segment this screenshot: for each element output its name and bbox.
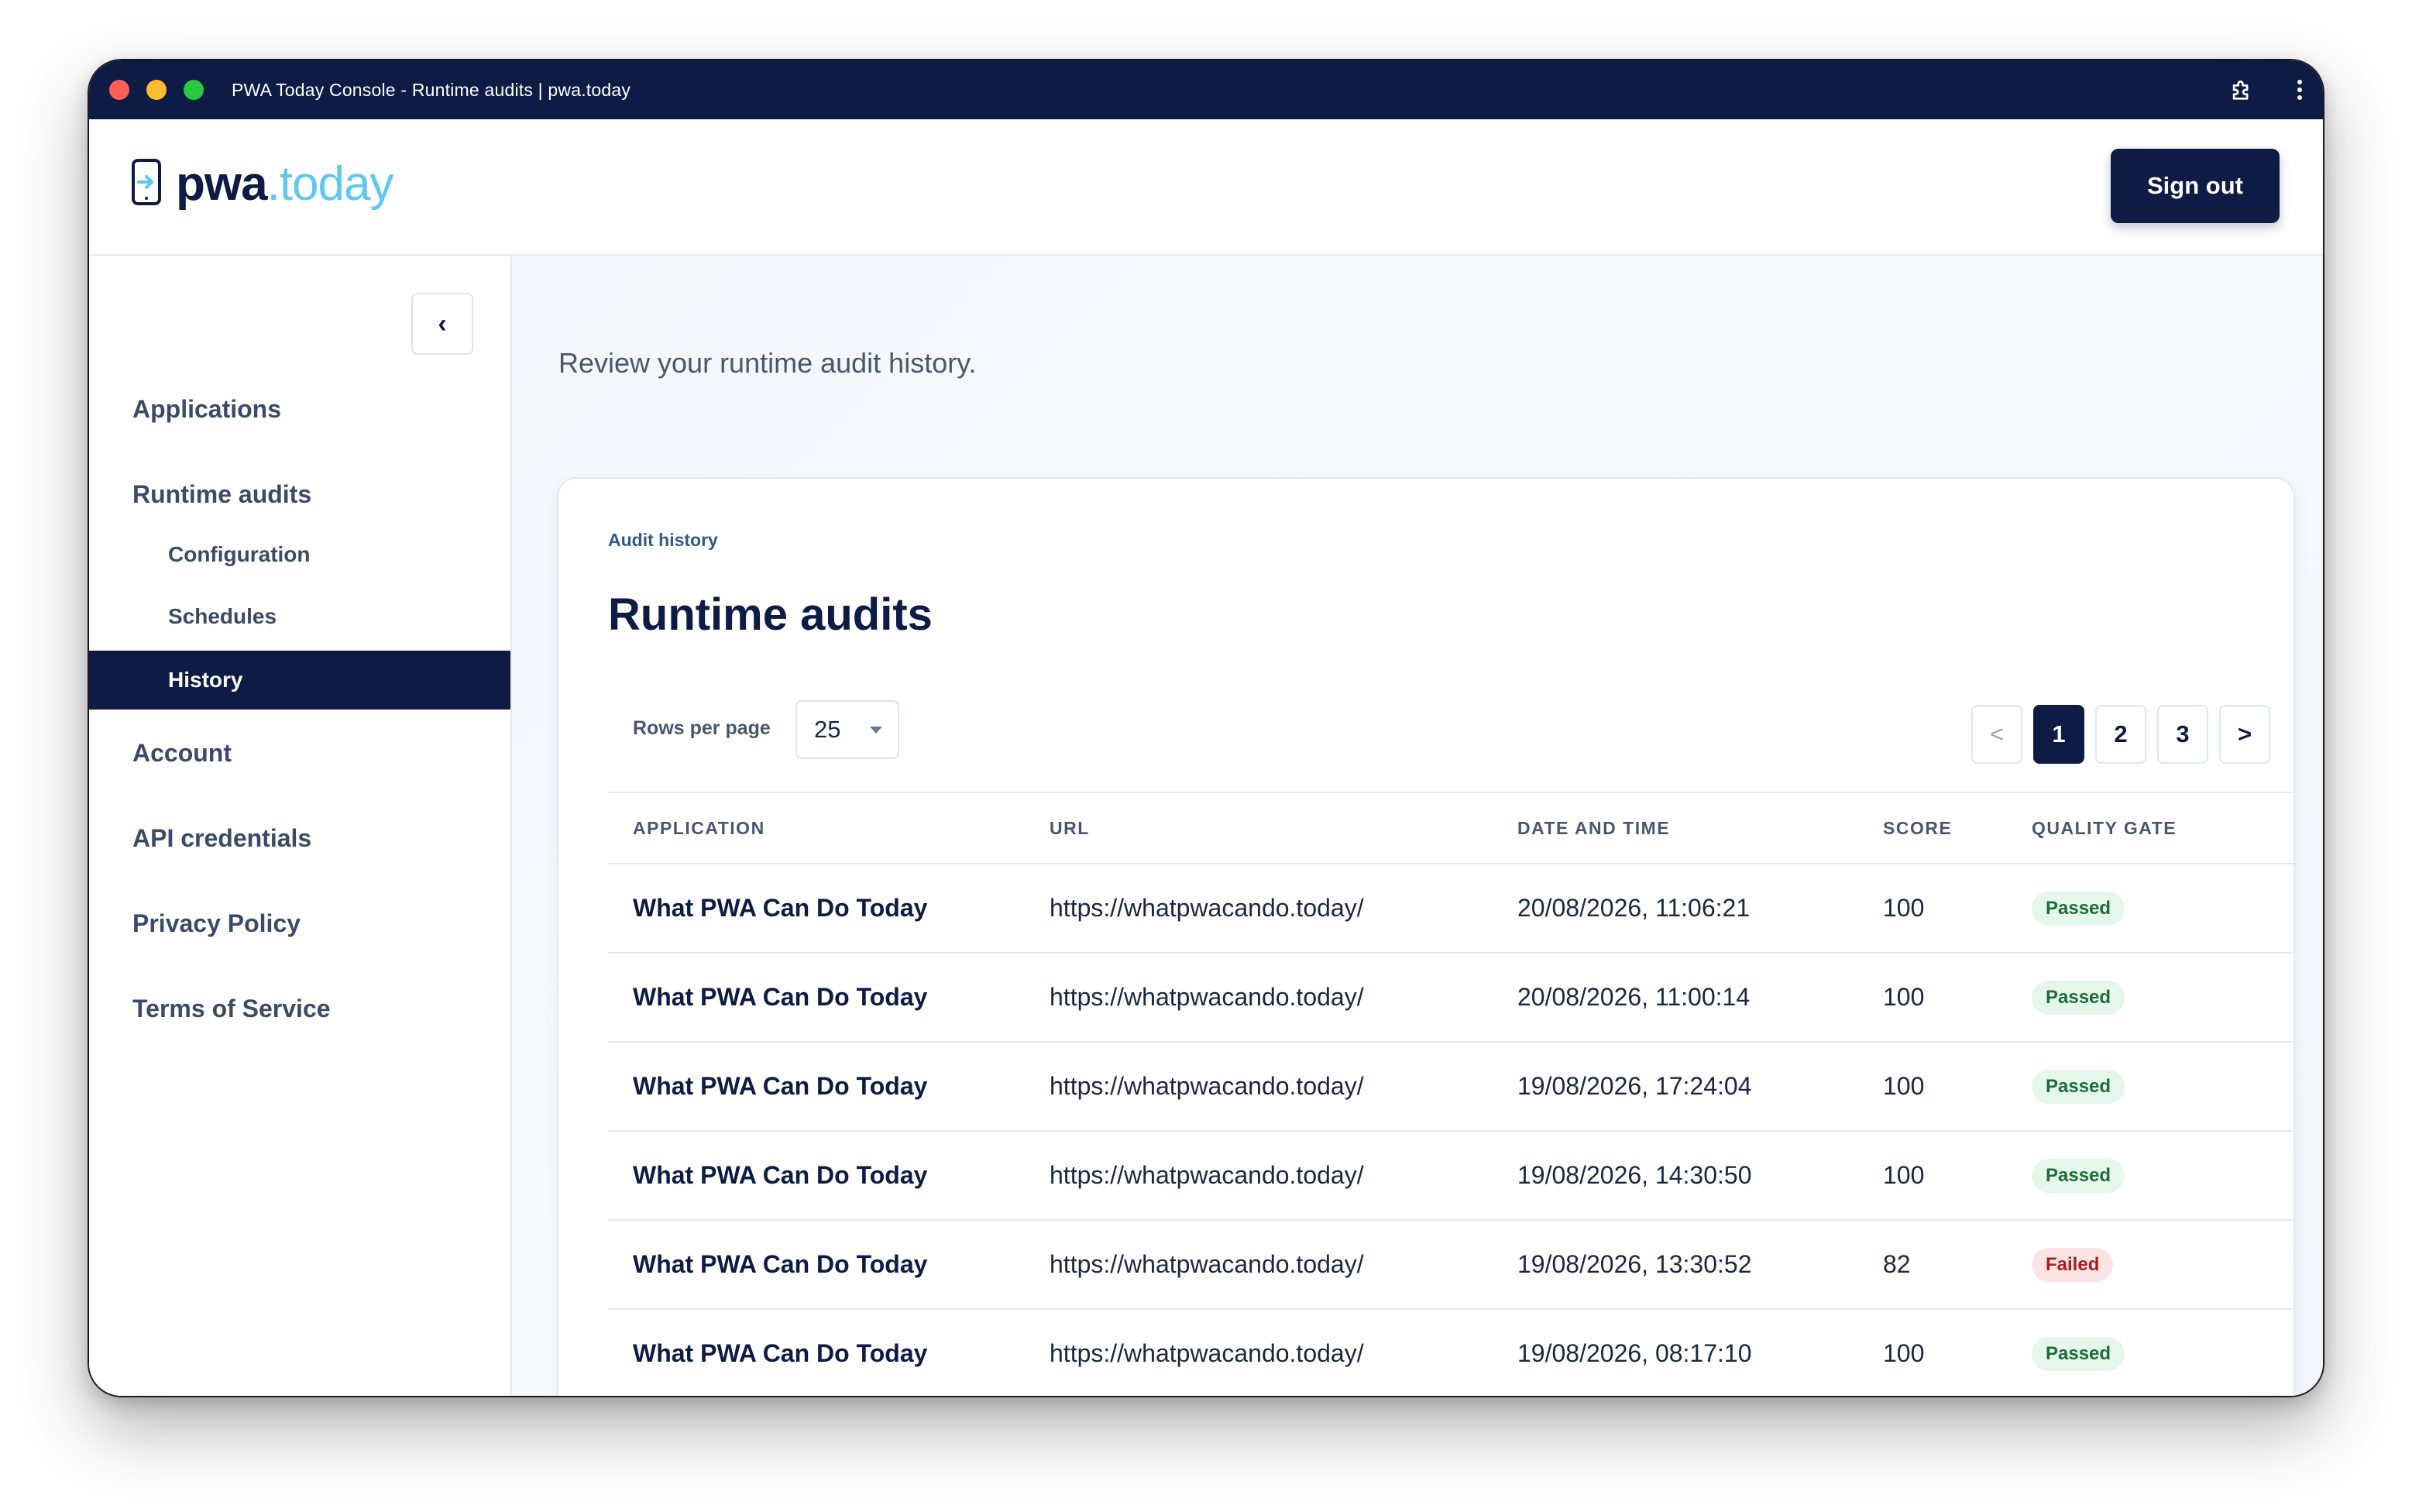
window-title: PWA Today Console - Runtime audits | pwa… — [232, 79, 631, 100]
maximize-window-button[interactable] — [184, 80, 204, 100]
next-page-button[interactable]: > — [2219, 705, 2270, 764]
extension-icon[interactable] — [2228, 77, 2255, 103]
rows-per-page-select[interactable]: 25 — [795, 700, 899, 759]
status-badge: Passed — [2032, 980, 2125, 1015]
cell-quality-gate: Passed — [2032, 1131, 2297, 1221]
page-subtitle: Review your runtime audit history. — [558, 347, 977, 379]
sidebar: ‹ Applications Runtime audits Configurat… — [89, 256, 512, 1396]
phone-arrow-logo-icon — [131, 158, 162, 210]
more-vert-icon[interactable] — [2295, 78, 2304, 101]
cell-application: What PWA Can Do Today — [608, 1309, 1050, 1396]
cell-url: https://whatpwacando.today/ — [1050, 1131, 1517, 1221]
sign-out-button[interactable]: Sign out — [2111, 149, 2280, 223]
card-eyebrow: Audit history — [608, 530, 718, 550]
title-bar: PWA Today Console - Runtime audits | pwa… — [89, 60, 2323, 119]
sidebar-item-schedules[interactable]: Schedules — [168, 604, 277, 629]
status-badge: Passed — [2032, 1158, 2125, 1193]
cell-score: 100 — [1883, 1042, 2032, 1132]
table-row[interactable]: What PWA Can Do Today https://whatpwacan… — [608, 1309, 2297, 1396]
column-header-application[interactable]: APPLICATION — [608, 792, 1050, 864]
sidebar-item-terms-of-service[interactable]: Terms of Service — [132, 995, 331, 1023]
cell-application: What PWA Can Do Today — [608, 1131, 1050, 1221]
cell-date-time: 19/08/2026, 08:17:10 — [1517, 1309, 1883, 1396]
cell-url: https://whatpwacando.today/ — [1050, 1309, 1517, 1396]
app-window: PWA Today Console - Runtime audits | pwa… — [88, 59, 2324, 1397]
status-badge: Failed — [2032, 1247, 2114, 1282]
logo-accent-text: .today — [266, 156, 394, 211]
sidebar-item-runtime-audits[interactable]: Runtime audits — [132, 480, 311, 509]
cell-date-time: 20/08/2026, 11:06:21 — [1517, 864, 1883, 954]
page-2-button[interactable]: 2 — [2095, 705, 2146, 764]
chevron-left-icon: ‹ — [438, 308, 447, 338]
window-controls — [109, 80, 204, 100]
cell-application: What PWA Can Do Today — [608, 1220, 1050, 1310]
sidebar-item-account[interactable]: Account — [132, 739, 232, 768]
cell-quality-gate: Failed — [2032, 1220, 2297, 1310]
minimize-window-button[interactable] — [146, 80, 167, 100]
logo-wordmark: pwa.today — [176, 160, 393, 208]
table-row[interactable]: What PWA Can Do Today https://whatpwacan… — [608, 953, 2297, 1043]
collapse-sidebar-button[interactable]: ‹ — [411, 293, 473, 355]
cell-url: https://whatpwacando.today/ — [1050, 1042, 1517, 1132]
cell-application: What PWA Can Do Today — [608, 953, 1050, 1043]
app-header: pwa.today Sign out — [89, 119, 2323, 256]
sidebar-item-privacy-policy[interactable]: Privacy Policy — [132, 909, 301, 938]
rows-per-page-value: 25 — [814, 716, 841, 743]
cell-date-time: 19/08/2026, 14:30:50 — [1517, 1131, 1883, 1221]
cell-score: 82 — [1883, 1220, 2032, 1310]
cell-date-time: 20/08/2026, 11:00:14 — [1517, 953, 1883, 1043]
column-header-score[interactable]: SCORE — [1883, 792, 2032, 864]
brand-logo[interactable]: pwa.today — [131, 158, 393, 210]
table-row[interactable]: What PWA Can Do Today https://whatpwacan… — [608, 1220, 2297, 1310]
caret-down-icon — [870, 727, 882, 734]
status-badge: Passed — [2032, 1069, 2125, 1104]
title-bar-actions — [2228, 60, 2304, 119]
cell-date-time: 19/08/2026, 17:24:04 — [1517, 1042, 1883, 1132]
cell-url: https://whatpwacando.today/ — [1050, 864, 1517, 954]
cell-quality-gate: Passed — [2032, 1042, 2297, 1132]
rows-per-page-label: Rows per page — [633, 717, 771, 739]
cell-score: 100 — [1883, 953, 2032, 1043]
logo-main-text: pwa — [176, 156, 268, 211]
table-row[interactable]: What PWA Can Do Today https://whatpwacan… — [608, 1131, 2297, 1221]
status-badge: Passed — [2032, 891, 2125, 926]
cell-quality-gate: Passed — [2032, 864, 2297, 954]
pagination: < 1 2 3 > — [1971, 705, 2270, 764]
cell-quality-gate: Passed — [2032, 953, 2297, 1043]
sidebar-item-applications[interactable]: Applications — [132, 395, 281, 424]
table-row[interactable]: What PWA Can Do Today https://whatpwacan… — [608, 1042, 2297, 1132]
sidebar-item-history[interactable]: History — [89, 651, 510, 710]
cell-quality-gate: Passed — [2032, 1309, 2297, 1396]
status-badge: Passed — [2032, 1336, 2125, 1371]
table-row[interactable]: What PWA Can Do Today https://whatpwacan… — [608, 864, 2297, 954]
cell-date-time: 19/08/2026, 13:30:52 — [1517, 1220, 1883, 1310]
sidebar-item-api-credentials[interactable]: API credentials — [132, 824, 311, 853]
audits-table: APPLICATION URL DATE AND TIME SCORE QUAL… — [608, 792, 2297, 1396]
close-window-button[interactable] — [109, 80, 129, 100]
column-header-date-time[interactable]: DATE AND TIME — [1517, 792, 1883, 864]
cell-score: 100 — [1883, 1131, 2032, 1221]
cell-url: https://whatpwacando.today/ — [1050, 953, 1517, 1043]
column-header-url[interactable]: URL — [1050, 792, 1517, 864]
page-3-button[interactable]: 3 — [2157, 705, 2208, 764]
cell-url: https://whatpwacando.today/ — [1050, 1220, 1517, 1310]
column-header-quality-gate[interactable]: QUALITY GATE — [2032, 792, 2297, 864]
table-header-row: APPLICATION URL DATE AND TIME SCORE QUAL… — [608, 792, 2297, 864]
cell-application: What PWA Can Do Today — [608, 864, 1050, 954]
sidebar-item-configuration[interactable]: Configuration — [168, 542, 311, 567]
main-content: Review your runtime audit history. Audit… — [512, 256, 2323, 1396]
page-1-button[interactable]: 1 — [2033, 705, 2084, 764]
cell-score: 100 — [1883, 1309, 2032, 1396]
previous-page-button[interactable]: < — [1971, 705, 2022, 764]
cell-score: 100 — [1883, 864, 2032, 954]
sidebar-item-label: History — [168, 668, 243, 692]
page-title: Runtime audits — [608, 589, 933, 640]
cell-application: What PWA Can Do Today — [608, 1042, 1050, 1132]
audit-history-card: Audit history Runtime audits Rows per pa… — [557, 477, 2297, 1396]
